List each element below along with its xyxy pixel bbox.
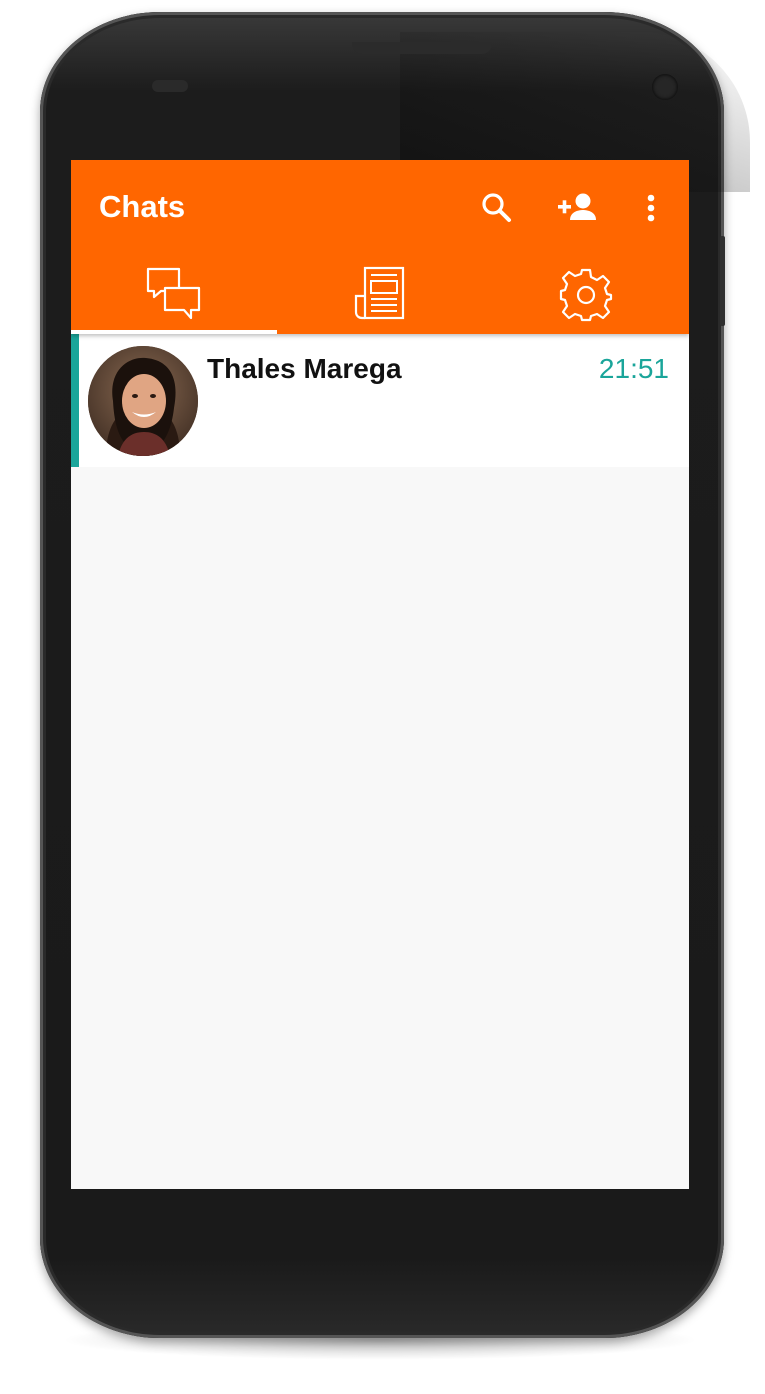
newspaper-icon bbox=[354, 266, 405, 320]
tab-settings[interactable] bbox=[483, 258, 689, 334]
avatar-photo bbox=[88, 346, 198, 456]
earpiece-speaker bbox=[352, 42, 492, 54]
selected-tab-indicator bbox=[71, 330, 277, 334]
unread-indicator bbox=[71, 334, 79, 467]
side-button bbox=[720, 236, 725, 326]
avatar bbox=[88, 346, 198, 456]
app-bar: Chats bbox=[71, 160, 689, 334]
more-vert-icon bbox=[647, 194, 655, 222]
chat-timestamp: 21:51 bbox=[598, 353, 669, 384]
tab-chats[interactable] bbox=[71, 258, 277, 334]
chat-list: Thales Marega 21:51 bbox=[71, 334, 689, 467]
front-camera bbox=[652, 74, 678, 100]
gear-icon bbox=[559, 268, 613, 322]
search-icon bbox=[482, 193, 511, 222]
overflow-menu-button[interactable] bbox=[631, 188, 671, 228]
app-title: Chats bbox=[99, 189, 186, 224]
screen: Chats Thales Marega 21:51 bbox=[71, 160, 689, 1189]
chat-contact-name: Thales Marega bbox=[207, 353, 402, 384]
device-stage: Chats Thales Marega 21:51 bbox=[0, 0, 765, 1394]
tab-bar bbox=[71, 258, 689, 334]
chat-bubbles-icon bbox=[146, 267, 201, 320]
tab-news[interactable] bbox=[277, 258, 483, 334]
search-button[interactable] bbox=[477, 188, 517, 228]
proximity-sensor bbox=[152, 80, 188, 92]
add-contact-button[interactable] bbox=[555, 188, 596, 228]
chat-list-item[interactable]: Thales Marega 21:51 bbox=[71, 334, 689, 467]
add-user-icon bbox=[558, 193, 596, 220]
